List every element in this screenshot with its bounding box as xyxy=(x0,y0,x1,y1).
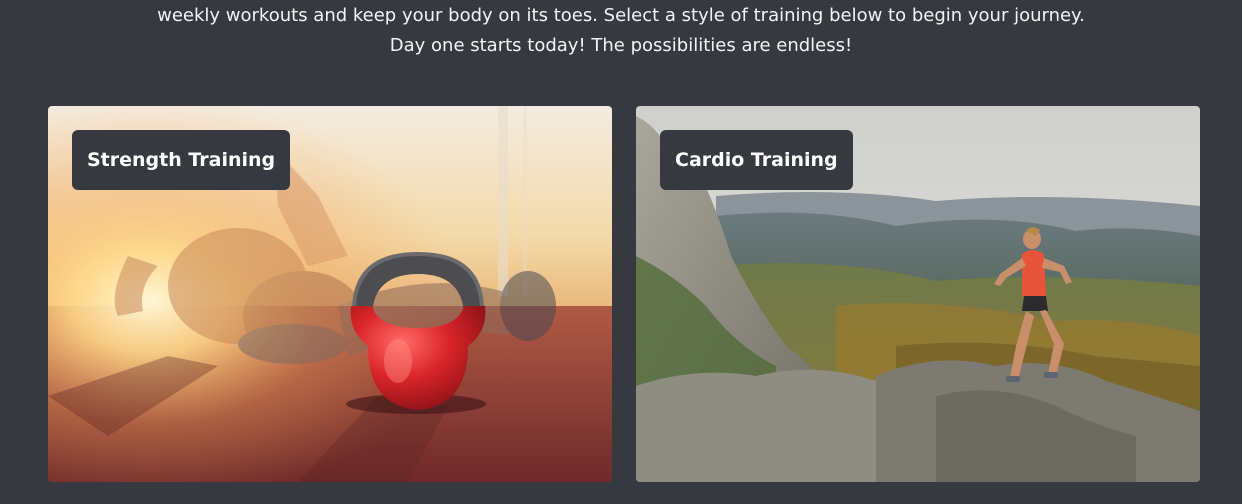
training-style-cards: Strength Training Cardio Training xyxy=(48,106,1200,482)
intro-text: weekly workouts and keep your body on it… xyxy=(0,0,1242,61)
strength-training-label[interactable]: Strength Training xyxy=(72,130,291,190)
strength-training-card[interactable]: Strength Training xyxy=(48,106,612,482)
intro-line-1: weekly workouts and keep your body on it… xyxy=(157,5,1085,26)
cardio-training-card[interactable]: Cardio Training xyxy=(636,106,1200,482)
intro-line-2: Day one starts today! The possibilities … xyxy=(389,35,853,56)
cardio-training-label[interactable]: Cardio Training xyxy=(660,130,853,190)
